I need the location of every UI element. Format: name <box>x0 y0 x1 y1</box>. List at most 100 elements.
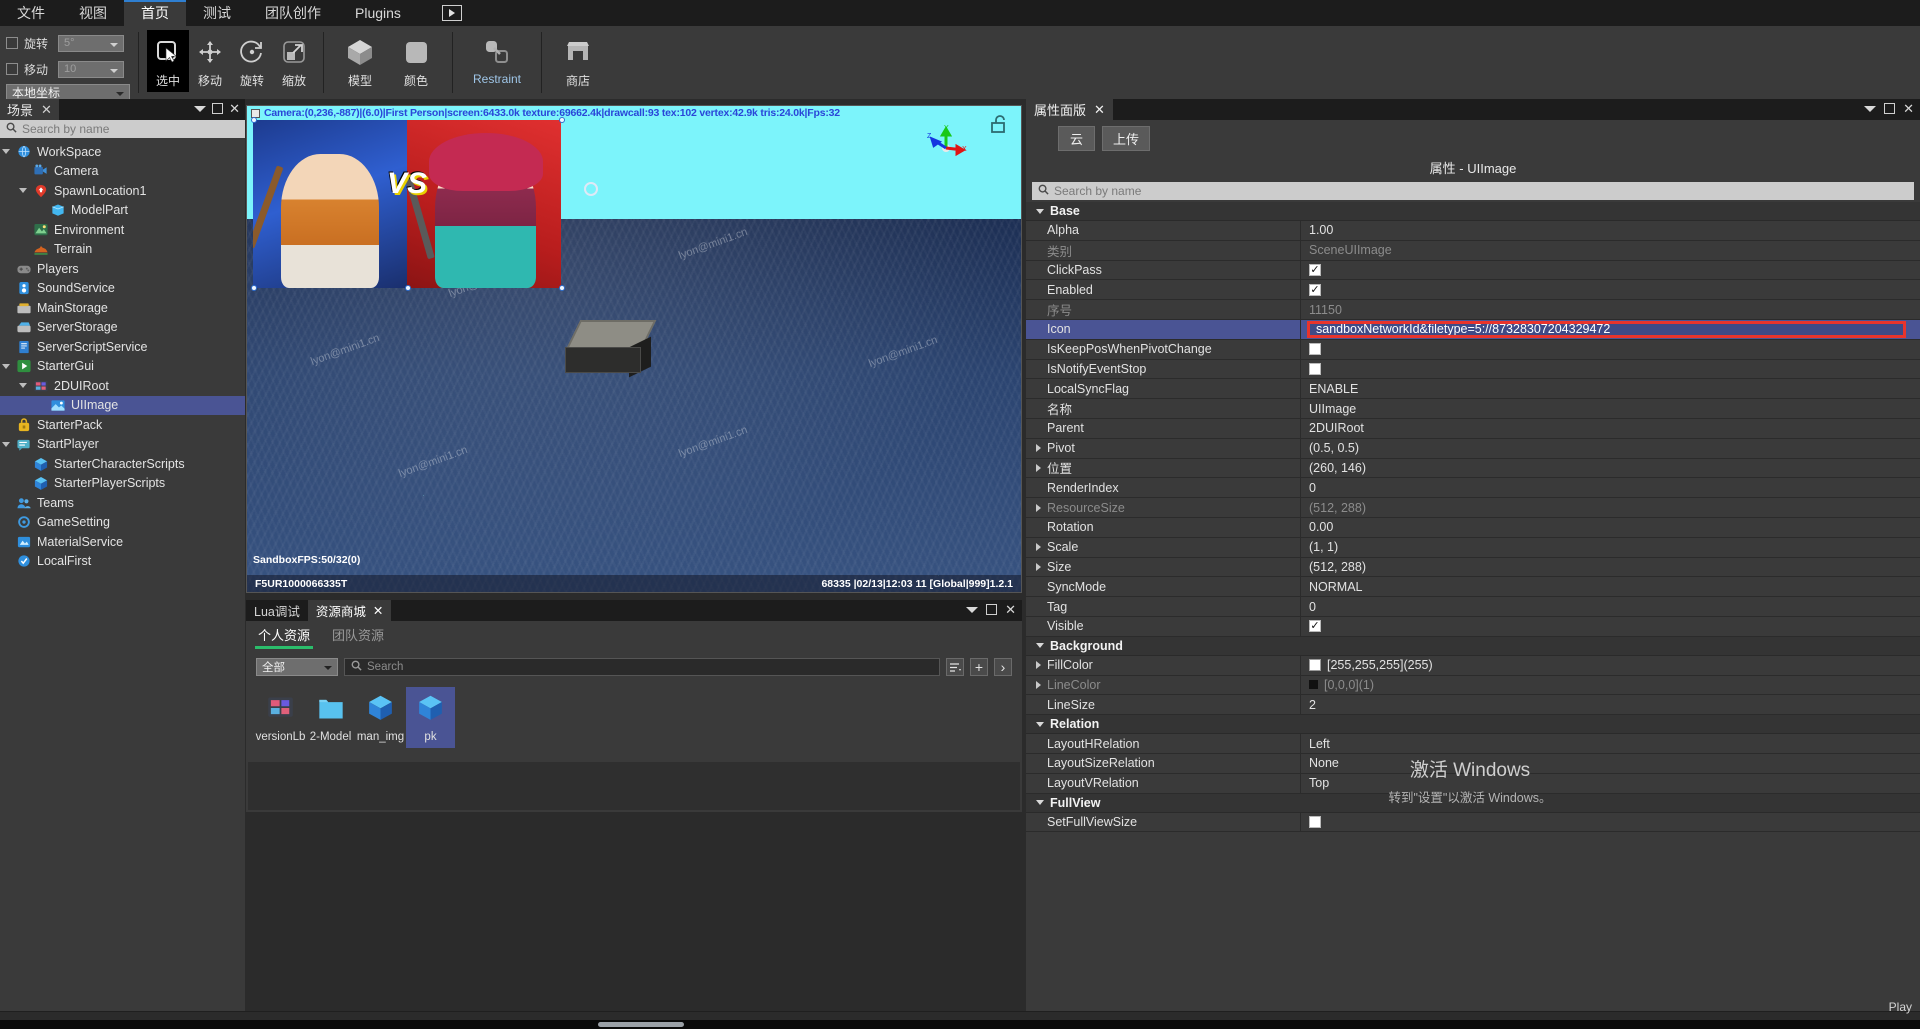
chevron-right-icon[interactable]: › <box>994 658 1012 676</box>
tree-item-serverscriptservice[interactable]: ServerScriptService <box>0 337 245 357</box>
rotate-snap-checkbox[interactable] <box>6 37 18 49</box>
chevron-down-icon[interactable] <box>2 363 10 369</box>
tool-rotate-button[interactable]: 旋转 <box>231 30 273 92</box>
chevron-down-icon[interactable] <box>1036 643 1044 649</box>
chevron-down-icon[interactable] <box>1864 105 1877 112</box>
property-row[interactable]: LineSize 2 <box>1026 695 1920 716</box>
move-snap-checkbox[interactable] <box>6 63 18 75</box>
restraint-button[interactable]: Restraint <box>461 30 533 92</box>
cloud-button[interactable]: 云 <box>1058 125 1095 151</box>
property-value-cell[interactable]: 2DUIRoot <box>1301 419 1920 438</box>
property-value-cell[interactable]: ENABLE <box>1301 379 1920 398</box>
property-row[interactable]: IsKeepPosWhenPivotChange <box>1026 339 1920 360</box>
chevron-down-icon[interactable] <box>2 149 10 155</box>
property-group-relation[interactable]: Relation <box>1026 715 1920 735</box>
color-swatch[interactable] <box>1309 680 1318 690</box>
tool-move-button[interactable]: 移动 <box>189 30 231 92</box>
chevron-down-icon[interactable] <box>19 188 27 194</box>
property-checkbox[interactable]: ✓ <box>1309 263 1321 276</box>
menu-item-file[interactable]: 文件 <box>0 0 62 26</box>
property-row[interactable]: LayoutVRelation Top <box>1026 773 1920 794</box>
scene-tree[interactable]: WorkSpace Camera SpawnLocation1 ModelPart En… <box>0 138 245 1011</box>
tool-scale-button[interactable]: 缩放 <box>273 30 315 92</box>
property-row[interactable]: Parent 2DUIRoot <box>1026 418 1920 439</box>
property-value-cell[interactable]: 0.00 <box>1301 518 1920 537</box>
property-value-cell[interactable]: 1.00 <box>1301 221 1920 240</box>
menu-item-view[interactable]: 视图 <box>62 0 124 26</box>
property-value-cell[interactable]: 0 <box>1301 478 1920 497</box>
axis-gizmo[interactable]: Y X Z <box>923 124 969 170</box>
create-model-button[interactable]: 模型 <box>332 30 388 92</box>
tool-select-button[interactable]: 选中 <box>147 30 189 92</box>
asset-search-input[interactable]: Search <box>344 658 940 676</box>
property-value-cell[interactable] <box>1301 340 1920 359</box>
property-row[interactable]: Rotation 0.00 <box>1026 517 1920 538</box>
property-value-cell[interactable]: [255,255,255](255) <box>1301 656 1920 675</box>
property-checkbox[interactable]: ✓ <box>1309 283 1321 296</box>
tree-item-terrain[interactable]: Terrain <box>0 240 245 260</box>
tab-scene[interactable]: 场景 ✕ <box>0 99 59 120</box>
property-row[interactable]: Tag 0 <box>1026 597 1920 617</box>
property-row[interactable]: 位置 (260, 146) <box>1026 458 1920 479</box>
property-row[interactable]: LocalSyncFlag ENABLE <box>1026 379 1920 400</box>
property-row[interactable]: Visible ✓ <box>1026 616 1920 637</box>
chevron-right-icon[interactable] <box>1036 503 1041 512</box>
tree-item-soundservice[interactable]: SoundService <box>0 279 245 299</box>
tree-item-2duiroot[interactable]: 2DUIRoot <box>0 376 245 396</box>
property-row[interactable]: Enabled ✓ <box>1026 280 1920 301</box>
menu-item-home[interactable]: 首页 <box>124 0 186 26</box>
property-checkbox[interactable] <box>1309 343 1321 356</box>
chevron-right-icon[interactable] <box>1036 444 1041 453</box>
property-value-cell[interactable]: Left <box>1301 734 1920 753</box>
chevron-down-icon[interactable] <box>966 606 979 613</box>
asset-item-versionlb[interactable]: versionLb <box>256 687 305 748</box>
tree-item-camera[interactable]: Camera <box>0 162 245 182</box>
property-row[interactable]: Pivot (0.5, 0.5) <box>1026 438 1920 459</box>
chevron-right-icon[interactable] <box>1036 543 1041 552</box>
property-group-background[interactable]: Background <box>1026 636 1920 656</box>
chevron-down-icon[interactable] <box>19 383 27 389</box>
property-row[interactable]: LayoutHRelation Left <box>1026 734 1920 754</box>
property-value-cell[interactable]: (0.5, 0.5) <box>1301 439 1920 458</box>
property-value-cell[interactable]: (512, 288) <box>1301 558 1920 577</box>
property-value-cell[interactable]: SceneUIImage <box>1301 241 1920 260</box>
property-value-cell[interactable]: (512, 288) <box>1301 498 1920 517</box>
tree-item-modelpart[interactable]: ModelPart <box>0 201 245 221</box>
scene-box-object[interactable] <box>565 320 657 384</box>
chevron-right-icon[interactable] <box>1036 680 1041 689</box>
property-row[interactable]: Alpha 1.00 <box>1026 221 1920 241</box>
chevron-down-icon[interactable] <box>2 441 10 447</box>
subtab-personal-assets[interactable]: 个人资源 <box>254 625 314 649</box>
asset-item-pk[interactable]: pk <box>406 687 455 748</box>
tree-item-uiimage[interactable]: UIImage <box>0 395 245 415</box>
property-value-cell[interactable]: None <box>1301 754 1920 773</box>
plus-icon[interactable]: + <box>970 658 988 676</box>
close-icon[interactable]: ✕ <box>1094 102 1105 118</box>
property-value-cell[interactable] <box>1301 813 1920 832</box>
property-row[interactable]: FillColor [255,255,255](255) <box>1026 655 1920 676</box>
float-panel-icon[interactable] <box>986 604 998 615</box>
property-row[interactable]: 序号 11150 <box>1026 300 1920 320</box>
tree-item-startercharacterscripts[interactable]: StarterCharacterScripts <box>0 454 245 474</box>
selection-handle-bl[interactable] <box>251 285 257 291</box>
selection-handle-br[interactable] <box>559 285 565 291</box>
property-row[interactable]: LineColor [0,0,0](1) <box>1026 675 1920 696</box>
uiimage-preview[interactable]: VS <box>253 120 561 288</box>
tab-properties[interactable]: 属性面版 ✕ <box>1026 99 1113 120</box>
property-row[interactable]: SyncMode NORMAL <box>1026 577 1920 598</box>
close-icon[interactable]: ✕ <box>373 603 383 618</box>
chevron-down-icon[interactable] <box>1036 208 1044 214</box>
tree-item-mainstorage[interactable]: MainStorage <box>0 298 245 318</box>
property-value-cell[interactable]: [0,0,0](1) <box>1301 676 1920 695</box>
tree-item-localfirst[interactable]: LocalFirst <box>0 552 245 572</box>
property-row[interactable]: ResourceSize (512, 288) <box>1026 498 1920 518</box>
tree-item-starterpack[interactable]: StarterPack <box>0 415 245 435</box>
selection-handle-tl[interactable] <box>251 117 257 123</box>
property-row[interactable]: Size (512, 288) <box>1026 557 1920 578</box>
properties-search-input[interactable]: Search by name <box>1032 182 1914 200</box>
tree-item-starterplayerscripts[interactable]: StarterPlayerScripts <box>0 474 245 494</box>
tree-item-players[interactable]: Players <box>0 259 245 279</box>
float-panel-icon[interactable] <box>212 103 224 114</box>
close-icon[interactable]: ✕ <box>1005 603 1016 616</box>
asset-item-2-model[interactable]: 2-Model <box>306 687 355 748</box>
